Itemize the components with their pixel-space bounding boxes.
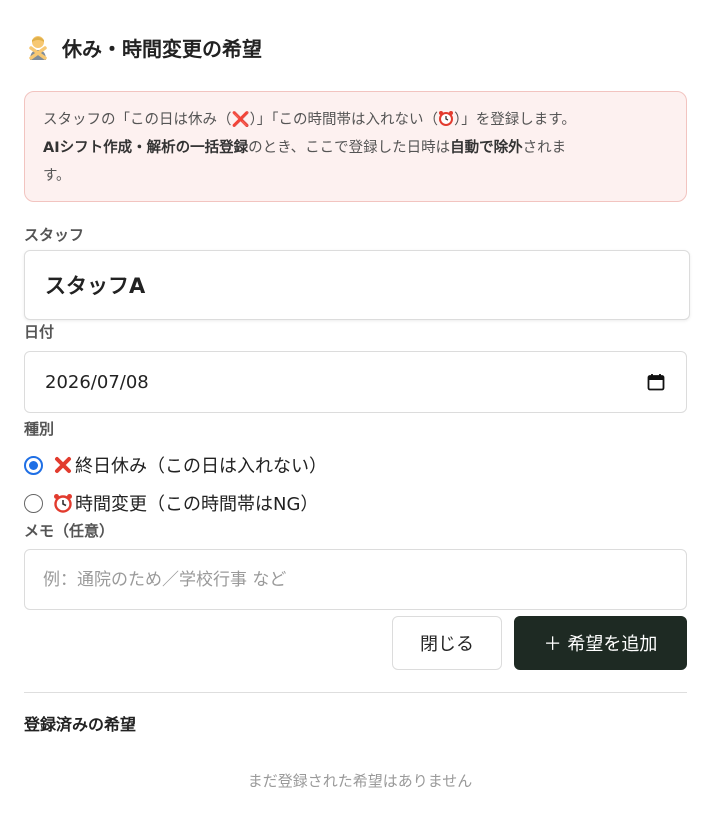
notice-line-1: スタッフの「この日は休み（❌）」「この時間帯は入れない（ ）」を登録します。 xyxy=(43,106,668,134)
memo-input[interactable] xyxy=(43,569,668,590)
page-title-text: 休み・時間変更の希望 xyxy=(62,37,262,61)
notice-line-3: す。 xyxy=(43,168,71,184)
type-option-day-off[interactable]: 終日休み（この日は入れない） xyxy=(24,452,327,478)
notice-text: ）」「この時間帯は入れない（ xyxy=(249,112,439,128)
type-option-time-change[interactable]: 時間変更（この時間帯はNG） xyxy=(24,490,318,516)
info-notice: スタッフの「この日は休み（❌）」「この時間帯は入れない（ ）」を登録します。 AI… xyxy=(24,91,687,202)
date-value: 2026/07/08 xyxy=(45,371,149,393)
empty-state-text: まだ登録された希望はありません xyxy=(247,772,473,790)
cross-mark-icon: ❌ xyxy=(231,112,250,128)
notice-text: ）」を登録します。 xyxy=(454,112,576,128)
staff-select-value: スタッフA xyxy=(45,274,146,298)
radio-time-change[interactable] xyxy=(24,493,43,513)
cross-mark-icon xyxy=(55,457,71,473)
type-option-day-off-label: 終日休み（この日は入れない） xyxy=(75,456,327,477)
person-gesturing-no-icon xyxy=(29,35,47,60)
registered-requests-title: 登録済みの希望 xyxy=(24,715,137,734)
notice-text: されま xyxy=(522,140,567,156)
type-label: 種別 xyxy=(24,420,55,438)
add-request-button[interactable]: ＋ 希望を追加 xyxy=(514,616,687,670)
divider xyxy=(24,692,687,693)
calendar-icon[interactable] xyxy=(646,372,666,392)
alarm-clock-icon xyxy=(54,494,72,513)
alarm-clock-icon xyxy=(439,111,454,126)
notice-bold: 自動で除外 xyxy=(450,140,523,156)
staff-select[interactable]: スタッフA xyxy=(24,250,690,320)
memo-label: メモ（任意） xyxy=(24,522,115,540)
close-button[interactable]: 閉じる xyxy=(392,616,502,670)
notice-bold: AIシフト作成・解析の一括登録 xyxy=(43,140,249,156)
memo-field[interactable] xyxy=(24,549,687,610)
type-option-time-change-label: 時間変更（この時間帯はNG） xyxy=(75,494,319,515)
staff-label: スタッフ xyxy=(24,226,85,244)
date-label: 日付 xyxy=(24,323,55,341)
date-input[interactable]: 2026/07/08 xyxy=(24,351,687,413)
notice-text: のとき、ここで登録した日時は xyxy=(248,140,451,156)
page-title: 休み・時間変更の希望 xyxy=(24,33,262,62)
notice-text: スタッフの「この日は休み（ xyxy=(43,112,232,128)
radio-day-off[interactable] xyxy=(24,455,43,475)
notice-line-2: AIシフト作成・解析の一括登録のとき、ここで登録した日時は自動で除外されま xyxy=(43,134,668,162)
